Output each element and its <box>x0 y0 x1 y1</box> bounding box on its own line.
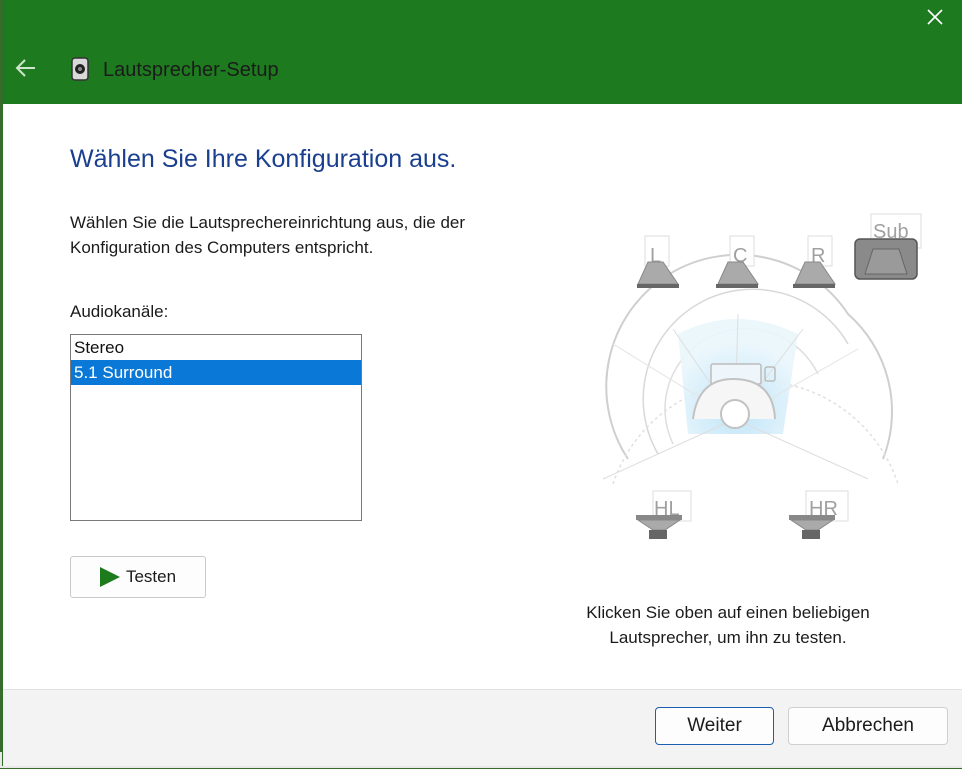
speaker-setup-dialog: Lautsprecher-Setup Wählen Sie Ihre Konfi… <box>3 0 962 766</box>
speaker-subwoofer[interactable]: Sub <box>854 213 922 280</box>
window-title: Lautsprecher-Setup <box>103 59 279 81</box>
play-icon <box>99 567 120 587</box>
close-icon <box>927 9 943 25</box>
page-heading: Wählen Sie Ihre Konfiguration aus. <box>70 145 457 173</box>
list-item-5-1-surround[interactable]: 5.1 Surround <box>71 360 361 385</box>
next-button[interactable]: Weiter <box>655 707 774 745</box>
test-hint-text: Klicken Sie oben auf einen beliebigen La… <box>586 603 870 647</box>
back-button[interactable] <box>13 55 45 83</box>
speaker-rear-left[interactable]: HL <box>636 490 692 539</box>
test-button[interactable]: Testen <box>70 556 206 598</box>
dialog-footer: Weiter Abbrechen <box>3 689 962 766</box>
speaker-left[interactable]: L <box>637 235 679 288</box>
speaker-rear-right[interactable]: HR <box>789 490 849 539</box>
description-text: Wählen Sie die Lautsprechereinrichtung a… <box>70 213 466 257</box>
cancel-button[interactable]: Abbrechen <box>788 707 948 745</box>
speaker-right[interactable]: R <box>793 235 836 288</box>
audio-channels-listbox[interactable]: Stereo 5.1 Surround <box>70 334 362 521</box>
back-arrow-icon <box>15 59 35 77</box>
list-item-stereo[interactable]: Stereo <box>71 335 361 360</box>
speaker-diagram: L C R Sub HL HR <box>602 213 922 539</box>
audio-channels-label: Audiokanäle: <box>70 302 169 321</box>
speaker-center[interactable]: C <box>716 235 759 288</box>
title-bar: Lautsprecher-Setup <box>3 0 962 104</box>
test-button-label: Testen <box>125 567 177 586</box>
close-button[interactable] <box>916 4 954 34</box>
content-area: Wählen Sie Ihre Konfiguration aus. Wähle… <box>3 104 962 689</box>
speaker-app-icon <box>69 57 91 81</box>
